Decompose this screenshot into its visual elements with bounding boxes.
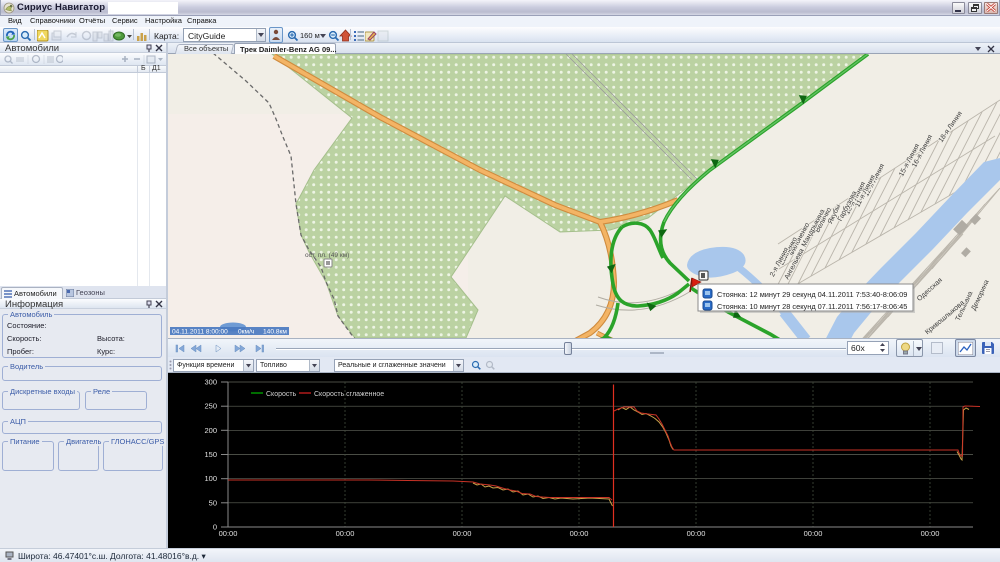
svg-text:50: 50	[209, 498, 217, 507]
svg-text:Скорость сглаженное: Скорость сглаженное	[314, 391, 384, 398]
svg-text:00:00: 00:00	[687, 529, 706, 538]
svg-text:140.8км: 140.8км	[263, 329, 287, 336]
svg-text:00:00: 00:00	[453, 529, 472, 538]
svg-text:Стоянка: 12 минут 29 секунд 04: Стоянка: 12 минут 29 секунд 04.11.2011 7…	[717, 290, 907, 299]
svg-text:00:00: 00:00	[219, 529, 238, 538]
svg-text:250: 250	[204, 402, 217, 411]
svg-text:Стоянка: 10 минут 28 секунд 07: Стоянка: 10 минут 28 секунд 07.11.2011 7…	[717, 302, 907, 311]
svg-text:04.11.2011 8:00:00: 04.11.2011 8:00:00	[172, 329, 228, 336]
svg-text:0: 0	[213, 523, 217, 532]
svg-text:Скорость: Скорость	[266, 391, 297, 398]
svg-text:300: 300	[204, 378, 217, 387]
svg-text:0км/ч: 0км/ч	[238, 329, 254, 336]
svg-text:100: 100	[204, 474, 217, 483]
svg-text:150: 150	[204, 450, 217, 459]
svg-text:ост. пл. (49 км): ост. пл. (49 км)	[305, 252, 349, 259]
svg-text:200: 200	[204, 426, 217, 435]
svg-text:00:00: 00:00	[804, 529, 823, 538]
svg-text:00:00: 00:00	[336, 529, 355, 538]
svg-text:00:00: 00:00	[570, 529, 589, 538]
svg-text:00:00: 00:00	[921, 529, 940, 538]
